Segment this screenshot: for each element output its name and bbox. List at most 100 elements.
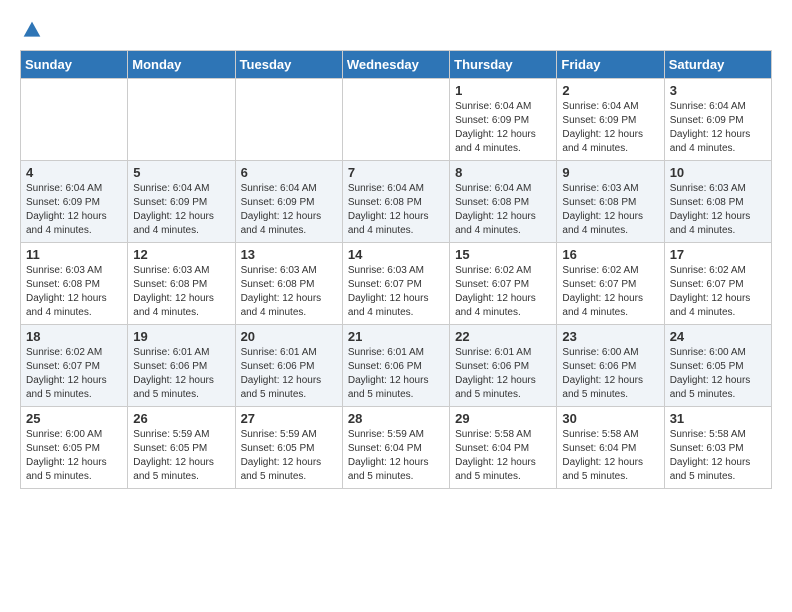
cell-info: Sunrise: 6:04 AM Sunset: 6:09 PM Dayligh…	[455, 100, 551, 156]
cell-info: Sunrise: 6:03 AM Sunset: 6:08 PM Dayligh…	[241, 264, 337, 320]
day-number: 17	[670, 247, 766, 262]
cell-info: Sunrise: 6:04 AM Sunset: 6:09 PM Dayligh…	[26, 182, 122, 238]
weekday-header: Saturday	[664, 51, 771, 79]
cell-info: Sunrise: 6:04 AM Sunset: 6:08 PM Dayligh…	[455, 182, 551, 238]
calendar-week-row: 4 Sunrise: 6:04 AM Sunset: 6:09 PM Daylig…	[21, 161, 772, 243]
day-number: 11	[26, 247, 122, 262]
weekday-header: Sunday	[21, 51, 128, 79]
cell-info: Sunrise: 5:58 AM Sunset: 6:03 PM Dayligh…	[670, 428, 766, 484]
calendar-cell: 2 Sunrise: 6:04 AM Sunset: 6:09 PM Daylig…	[557, 79, 664, 161]
cell-info: Sunrise: 6:03 AM Sunset: 6:07 PM Dayligh…	[348, 264, 444, 320]
calendar-cell: 7 Sunrise: 6:04 AM Sunset: 6:08 PM Daylig…	[342, 161, 449, 243]
cell-info: Sunrise: 6:01 AM Sunset: 6:06 PM Dayligh…	[133, 346, 229, 402]
calendar-cell: 8 Sunrise: 6:04 AM Sunset: 6:08 PM Daylig…	[450, 161, 557, 243]
calendar-cell: 23 Sunrise: 6:00 AM Sunset: 6:06 PM Dayli…	[557, 325, 664, 407]
day-number: 15	[455, 247, 551, 262]
calendar-cell: 3 Sunrise: 6:04 AM Sunset: 6:09 PM Daylig…	[664, 79, 771, 161]
day-number: 4	[26, 165, 122, 180]
calendar-week-row: 18Sunrise: 6:02 AM Sunset: 6:07 PM Dayli…	[21, 325, 772, 407]
cell-info: Sunrise: 6:02 AM Sunset: 6:07 PM Dayligh…	[26, 346, 122, 402]
calendar-cell: 28Sunrise: 5:59 AM Sunset: 6:04 PM Dayli…	[342, 407, 449, 489]
calendar-cell: 11 Sunrise: 6:03 AM Sunset: 6:08 PM Dayli…	[21, 243, 128, 325]
cell-info: Sunrise: 6:01 AM Sunset: 6:06 PM Dayligh…	[241, 346, 337, 402]
day-number: 3	[670, 83, 766, 98]
cell-info: Sunrise: 6:04 AM Sunset: 6:09 PM Dayligh…	[670, 100, 766, 156]
day-number: 28	[348, 411, 444, 426]
calendar-cell: 21 Sunrise: 6:01 AM Sunset: 6:06 PM Dayli…	[342, 325, 449, 407]
day-number: 30	[562, 411, 658, 426]
cell-info: Sunrise: 6:04 AM Sunset: 6:08 PM Dayligh…	[348, 182, 444, 238]
calendar-cell: 12 Sunrise: 6:03 AM Sunset: 6:08 PM Dayli…	[128, 243, 235, 325]
cell-info: Sunrise: 6:04 AM Sunset: 6:09 PM Dayligh…	[133, 182, 229, 238]
calendar-cell: 9 Sunrise: 6:03 AM Sunset: 6:08 PM Daylig…	[557, 161, 664, 243]
day-number: 16	[562, 247, 658, 262]
calendar-cell: 20 Sunrise: 6:01 AM Sunset: 6:06 PM Dayli…	[235, 325, 342, 407]
cell-info: Sunrise: 6:00 AM Sunset: 6:05 PM Dayligh…	[670, 346, 766, 402]
calendar-header-row: SundayMondayTuesdayWednesdayThursdayFrid…	[21, 51, 772, 79]
calendar-cell: 17 Sunrise: 6:02 AM Sunset: 6:07 PM Dayli…	[664, 243, 771, 325]
cell-info: Sunrise: 6:03 AM Sunset: 6:08 PM Dayligh…	[562, 182, 658, 238]
calendar-cell	[21, 79, 128, 161]
page-header	[20, 20, 772, 40]
calendar-cell: 19 Sunrise: 6:01 AM Sunset: 6:06 PM Dayli…	[128, 325, 235, 407]
day-number: 27	[241, 411, 337, 426]
cell-info: Sunrise: 6:02 AM Sunset: 6:07 PM Dayligh…	[455, 264, 551, 320]
cell-info: Sunrise: 6:04 AM Sunset: 6:09 PM Dayligh…	[562, 100, 658, 156]
day-number: 23	[562, 329, 658, 344]
cell-info: Sunrise: 6:03 AM Sunset: 6:08 PM Dayligh…	[670, 182, 766, 238]
day-number: 12	[133, 247, 229, 262]
day-number: 29	[455, 411, 551, 426]
cell-info: Sunrise: 6:01 AM Sunset: 6:06 PM Dayligh…	[455, 346, 551, 402]
calendar-cell	[235, 79, 342, 161]
cell-info: Sunrise: 6:02 AM Sunset: 6:07 PM Dayligh…	[670, 264, 766, 320]
day-number: 26	[133, 411, 229, 426]
day-number: 14	[348, 247, 444, 262]
calendar-cell: 31 Sunrise: 5:58 AM Sunset: 6:03 PM Dayli…	[664, 407, 771, 489]
weekday-header: Tuesday	[235, 51, 342, 79]
calendar-cell: 29 Sunrise: 5:58 AM Sunset: 6:04 PM Dayli…	[450, 407, 557, 489]
day-number: 8	[455, 165, 551, 180]
cell-info: Sunrise: 5:59 AM Sunset: 6:05 PM Dayligh…	[241, 428, 337, 484]
calendar-cell: 22 Sunrise: 6:01 AM Sunset: 6:06 PM Dayli…	[450, 325, 557, 407]
calendar-cell: 24Sunrise: 6:00 AM Sunset: 6:05 PM Dayli…	[664, 325, 771, 407]
weekday-header: Monday	[128, 51, 235, 79]
day-number: 13	[241, 247, 337, 262]
day-number: 6	[241, 165, 337, 180]
cell-info: Sunrise: 6:00 AM Sunset: 6:05 PM Dayligh…	[26, 428, 122, 484]
day-number: 5	[133, 165, 229, 180]
cell-info: Sunrise: 6:01 AM Sunset: 6:06 PM Dayligh…	[348, 346, 444, 402]
day-number: 31	[670, 411, 766, 426]
cell-info: Sunrise: 6:00 AM Sunset: 6:06 PM Dayligh…	[562, 346, 658, 402]
day-number: 22	[455, 329, 551, 344]
day-number: 20	[241, 329, 337, 344]
calendar-week-row: 11 Sunrise: 6:03 AM Sunset: 6:08 PM Dayli…	[21, 243, 772, 325]
weekday-header: Friday	[557, 51, 664, 79]
calendar-cell: 26Sunrise: 5:59 AM Sunset: 6:05 PM Dayli…	[128, 407, 235, 489]
day-number: 2	[562, 83, 658, 98]
calendar-cell: 10 Sunrise: 6:03 AM Sunset: 6:08 PM Dayli…	[664, 161, 771, 243]
day-number: 7	[348, 165, 444, 180]
calendar-cell: 15 Sunrise: 6:02 AM Sunset: 6:07 PM Dayli…	[450, 243, 557, 325]
day-number: 25	[26, 411, 122, 426]
calendar-cell: 5 Sunrise: 6:04 AM Sunset: 6:09 PM Daylig…	[128, 161, 235, 243]
cell-info: Sunrise: 6:03 AM Sunset: 6:08 PM Dayligh…	[133, 264, 229, 320]
cell-info: Sunrise: 5:58 AM Sunset: 6:04 PM Dayligh…	[455, 428, 551, 484]
calendar-cell: 30Sunrise: 5:58 AM Sunset: 6:04 PM Dayli…	[557, 407, 664, 489]
weekday-header: Wednesday	[342, 51, 449, 79]
day-number: 10	[670, 165, 766, 180]
calendar-week-row: 25 Sunrise: 6:00 AM Sunset: 6:05 PM Dayli…	[21, 407, 772, 489]
calendar-cell: 18Sunrise: 6:02 AM Sunset: 6:07 PM Dayli…	[21, 325, 128, 407]
cell-info: Sunrise: 6:03 AM Sunset: 6:08 PM Dayligh…	[26, 264, 122, 320]
calendar-cell: 16Sunrise: 6:02 AM Sunset: 6:07 PM Dayli…	[557, 243, 664, 325]
day-number: 19	[133, 329, 229, 344]
logo	[20, 20, 42, 40]
calendar-table: SundayMondayTuesdayWednesdayThursdayFrid…	[20, 50, 772, 489]
calendar-cell: 27 Sunrise: 5:59 AM Sunset: 6:05 PM Dayli…	[235, 407, 342, 489]
calendar-cell: 14 Sunrise: 6:03 AM Sunset: 6:07 PM Dayli…	[342, 243, 449, 325]
calendar-cell	[342, 79, 449, 161]
day-number: 21	[348, 329, 444, 344]
calendar-cell: 1Sunrise: 6:04 AM Sunset: 6:09 PM Daylig…	[450, 79, 557, 161]
calendar-cell: 4 Sunrise: 6:04 AM Sunset: 6:09 PM Daylig…	[21, 161, 128, 243]
day-number: 9	[562, 165, 658, 180]
calendar-cell: 13 Sunrise: 6:03 AM Sunset: 6:08 PM Dayli…	[235, 243, 342, 325]
